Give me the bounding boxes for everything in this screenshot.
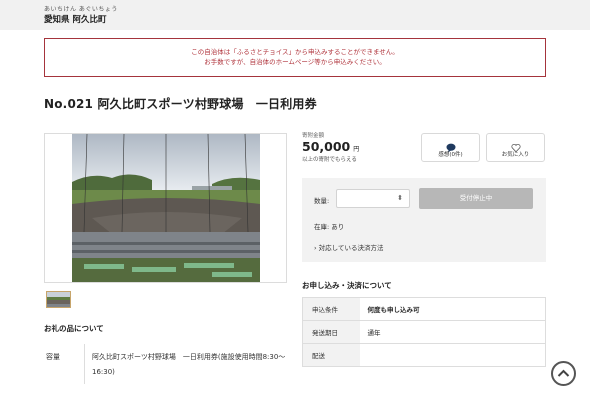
select-arrows-icon: ⬍: [397, 194, 403, 202]
row-key: 発送期日: [302, 320, 360, 344]
row-value: [359, 343, 546, 367]
chevron-up-icon: [557, 369, 570, 377]
table-row: 申込条件 何度も申し込み可: [302, 297, 546, 321]
application-heading: お申し込み・決済について: [302, 281, 392, 290]
impression-label: 感想(0件): [438, 152, 463, 158]
item-info-heading: お礼の品について: [44, 324, 104, 333]
favorite-button[interactable]: お気に入り: [486, 133, 545, 162]
donation-amount: 50,000 円: [302, 139, 359, 154]
municipality-name[interactable]: 愛知県 阿久比町: [44, 13, 106, 25]
municipality-furigana: あいちけん あぐいちょう: [44, 6, 118, 13]
spec-label: 容量: [46, 353, 60, 361]
heart-icon: [510, 138, 521, 153]
notice-line-1: この自治体は「ふるさとチョイス」から申込みすることができません。: [191, 48, 399, 56]
purchase-panel: 数量: ⬍ 受付停止中 在庫: あり › 対応している決済方法: [302, 178, 546, 262]
table-row: 配送: [302, 343, 546, 367]
thumbnail-image[interactable]: [46, 291, 71, 308]
notice-box: この自治体は「ふるさとチョイス」から申込みすることができません。 お手数ですが、…: [44, 38, 546, 77]
application-table: 申込条件 何度も申し込み可 発送期日 通年 配送: [302, 297, 546, 367]
row-value: 通年: [359, 320, 546, 344]
spec-value: 阿久比町スポーツ村野球場 一日利用券(施設使用時間8:30～16:30): [92, 353, 286, 376]
page-title: No.021 阿久比町スポーツ村野球場 一日利用券: [44, 97, 317, 111]
scroll-to-top-button[interactable]: [551, 361, 576, 386]
donation-amount-value: 50,000: [302, 139, 351, 154]
application-stopped-button[interactable]: 受付停止中: [419, 188, 533, 209]
stock-status: 在庫: あり: [314, 223, 345, 231]
row-value: 何度も申し込み可: [359, 297, 546, 321]
donation-unit: 円: [353, 146, 360, 153]
baseball-field-photo: [72, 134, 260, 282]
product-main-image[interactable]: [44, 133, 287, 283]
spec-divider: [84, 344, 85, 384]
header-bar: あいちけん あぐいちょう 愛知県 阿久比町: [0, 0, 590, 30]
row-key: 配送: [302, 343, 360, 367]
notice-line-2: お手数ですが、自治体のホームページ等から申込みください。: [204, 58, 386, 66]
donation-label: 寄附金額: [302, 133, 325, 139]
row-key: 申込条件: [302, 297, 360, 321]
favorite-label: お気に入り: [501, 152, 530, 158]
quantity-label: 数量:: [314, 197, 330, 205]
payment-methods-link[interactable]: › 対応している決済方法: [314, 242, 383, 252]
impression-button[interactable]: 感想(0件): [421, 133, 480, 162]
donation-note: 以上の寄附でもらえる: [302, 157, 357, 163]
speech-bubble-icon: [446, 138, 456, 153]
quantity-select[interactable]: ⬍: [336, 189, 410, 208]
table-row: 発送期日 通年: [302, 320, 546, 344]
